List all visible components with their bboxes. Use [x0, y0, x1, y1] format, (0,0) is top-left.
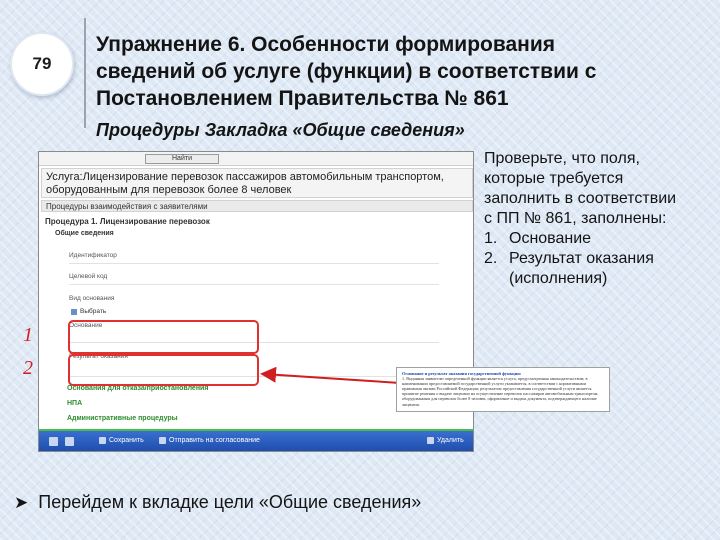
save-icon: [99, 437, 106, 444]
slide-subtitle: Процедуры Закладка «Общие сведения»: [96, 120, 465, 140]
procedures-bar[interactable]: Процедуры взаимодействия с заявителями: [41, 200, 473, 212]
check-intro-line: заполнить в соответствии: [484, 190, 677, 207]
field-target-code-input[interactable]: [69, 284, 439, 285]
choose-button[interactable]: Выбрать: [71, 308, 106, 315]
print-icon[interactable]: [49, 437, 58, 446]
tab-general-info[interactable]: Общие сведения: [55, 230, 114, 237]
delete-button[interactable]: Удалить: [427, 437, 464, 444]
field-reason-kind-label: Вид основания: [69, 295, 115, 302]
send-for-approval-button[interactable]: Отправить на согласование: [159, 437, 260, 444]
title-divider: [84, 18, 86, 128]
list-item-text: Основание: [509, 230, 592, 247]
bullet-line: ➤ Перейдем к вкладке цели «Общие сведени…: [14, 492, 421, 513]
slide-number-badge: 79: [10, 32, 74, 96]
send-icon: [159, 437, 166, 444]
service-title-line: оборудованным для перевозок более 8 чело…: [46, 184, 292, 196]
list-item: 2. Результат оказания (исполнения): [484, 249, 714, 289]
slide-title-line: Упражнение 6. Особенности формирования: [96, 33, 556, 56]
check-intro-line: с ПП № 861, заполнены:: [484, 210, 667, 227]
slide-title-line: сведений об услуге (функции) в соответст…: [96, 60, 597, 83]
check-list: 1. Основание 2. Результат оказания (исполн…: [484, 229, 714, 289]
marker-1: 1: [23, 324, 33, 346]
document-snippet: Основание и результат оказания государст…: [396, 367, 610, 412]
choose-button-label: Выбрать: [80, 308, 107, 315]
service-title-panel: Услуга:Лицензирование перевозок пассажир…: [41, 168, 473, 198]
arrow-bullet-icon: ➤: [14, 492, 29, 512]
list-item-number: 1.: [484, 230, 498, 247]
slide-title: Упражнение 6. Особенности формирования с…: [96, 31, 696, 112]
list-item: 1. Основание: [484, 229, 714, 249]
marker-2: 2: [23, 357, 33, 379]
section-refusal-grounds[interactable]: Основания для отказа/приостановления: [67, 385, 208, 392]
settings-icon[interactable]: [65, 437, 74, 446]
send-for-approval-label: Отправить на согласование: [169, 437, 260, 444]
service-title-line: Услуга:Лицензирование перевозок пассажир…: [46, 171, 444, 183]
slide-title-line: Постановлением Правительства № 861: [96, 87, 509, 110]
list-item-number: 2.: [484, 250, 498, 267]
check-intro-line: которые требуется: [484, 170, 624, 187]
save-button-label: Сохранить: [109, 437, 144, 444]
highlight-result-field: [68, 354, 259, 386]
check-intro-line: Проверьте, что поля,: [484, 150, 640, 167]
field-target-code-label: Целевой код: [69, 273, 108, 280]
delete-button-label: Удалить: [437, 437, 464, 444]
field-identifier-label: Идентификатор: [69, 252, 117, 259]
procedure-title: Процедура 1. Лицензирование перевозок: [45, 217, 210, 226]
slide-number: 79: [32, 54, 52, 73]
delete-icon: [427, 437, 434, 444]
highlight-basis-field: [68, 320, 259, 354]
bullet-text: Перейдем к вкладке цели «Общие сведения»: [38, 492, 422, 512]
section-admin-procedures[interactable]: Административные процедуры: [67, 415, 178, 422]
screenshot-top-bar: Найти: [39, 152, 473, 166]
bottom-toolbar: Сохранить Отправить на согласование Удал…: [39, 429, 473, 451]
section-npa[interactable]: НПА: [67, 400, 82, 407]
document-snippet-body: 1. Выданная заявителю определенной функц…: [402, 376, 599, 407]
choose-icon: [71, 308, 77, 315]
find-button[interactable]: Найти: [145, 154, 219, 164]
save-button[interactable]: Сохранить: [99, 437, 144, 444]
field-identifier-input[interactable]: [69, 263, 439, 264]
list-item-text: Результат оказания (исполнения): [509, 250, 654, 287]
check-instructions: Проверьте, что поля, которые требуется з…: [484, 149, 714, 289]
